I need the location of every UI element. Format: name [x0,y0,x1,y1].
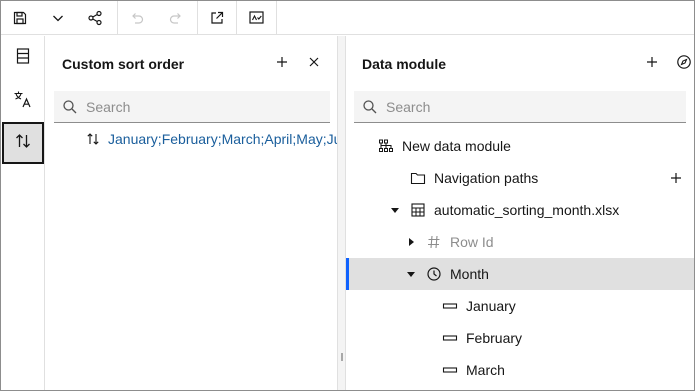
close-button[interactable] [304,54,324,74]
tree-label: Month [450,266,489,282]
validate-icon [248,10,266,26]
data-source-button[interactable] [1,37,44,79]
plus-icon [671,173,681,183]
tree-item-data-module[interactable]: New data module [346,130,694,162]
search-icon [54,99,86,115]
translate-button[interactable] [1,80,44,122]
tree-item-member[interactable]: March [346,354,694,386]
app-window: Custom sort order January;February;March… [0,0,695,391]
add-source-button[interactable] [642,54,662,74]
clock-icon [426,266,442,282]
custom-sort-panel: Custom sort order January;February;March… [46,36,337,390]
tree-label: January [466,298,516,314]
tree-item-row-id[interactable]: Row Id [346,226,694,258]
tree-item-member[interactable]: January [346,290,694,322]
undo-button[interactable] [118,1,156,35]
sort-order-text: January;February;March;April;May;June;Ju… [108,131,337,147]
plus-icon [646,55,658,73]
save-button[interactable] [1,1,39,35]
member-icon [442,330,458,346]
panel-title: Data module [362,56,447,72]
search-icon [354,99,386,115]
tree-item-table[interactable]: automatic_sorting_month.xlsx [346,194,694,226]
tree-label: Row Id [450,234,494,250]
translate-icon [13,90,33,113]
sort-button[interactable] [2,122,44,164]
tree-item-member[interactable]: February [346,322,694,354]
module-search [354,91,686,123]
data-source-icon [15,47,31,70]
search-input[interactable] [86,91,330,122]
save-icon [12,10,28,26]
share-button[interactable] [76,1,114,35]
data-module-panel: Data module New data module [346,36,694,390]
tree-label: automatic_sorting_month.xlsx [434,202,620,218]
tree-item-navigation-paths[interactable]: Navigation paths [346,162,694,194]
add-path-button[interactable] [668,170,684,186]
chevron-down-icon [51,11,65,25]
panel-splitter[interactable] [337,36,346,390]
folder-icon [410,170,426,186]
hash-icon [426,234,442,250]
compass-icon [676,54,692,75]
share-icon [87,10,103,26]
splitter-grip-icon[interactable] [341,353,343,361]
search-input[interactable] [386,91,686,122]
member-icon [442,298,458,314]
toolbar [1,1,694,35]
plus-icon [276,55,288,73]
tree-item-month[interactable]: Month [346,258,694,290]
add-button[interactable] [272,54,292,74]
sort-icon [14,132,32,155]
sort-search [54,91,330,123]
member-icon [442,362,458,378]
caret-down-icon[interactable] [390,202,400,218]
tree-label: February [466,330,523,346]
redo-button[interactable] [157,1,195,35]
launch-icon [209,10,225,26]
launch-button[interactable] [198,1,236,35]
tree-label: Navigation paths [434,170,539,186]
redo-icon [168,10,184,26]
close-icon [308,55,320,73]
save-options-button[interactable] [39,1,77,35]
panel-title: Custom sort order [62,56,185,72]
caret-down-icon[interactable] [406,266,416,282]
table-icon [410,202,426,218]
tree-label: New data module [402,138,511,154]
explore-button[interactable] [674,54,694,74]
sort-order-item[interactable]: January;February;March;April;May;June;Ju… [86,129,337,149]
data-module-icon [378,138,394,154]
sort-icon [86,131,100,147]
caret-right-icon[interactable] [406,234,416,250]
undo-icon [129,10,145,26]
tree-label: March [466,362,505,378]
validate-button[interactable] [238,1,276,35]
left-rail [1,36,45,390]
